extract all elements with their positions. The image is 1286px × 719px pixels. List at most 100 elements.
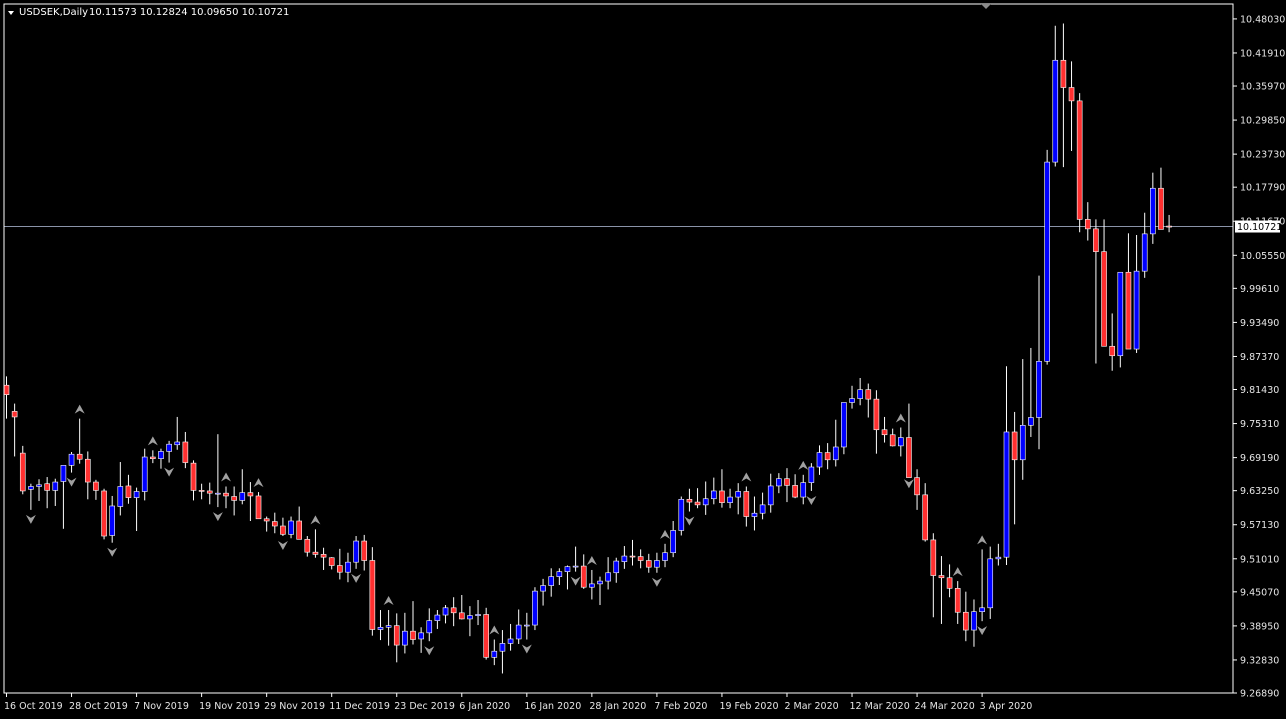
bear-candle-body [580,565,587,588]
bull-candle-body [548,576,555,586]
bull-candle-body [1036,360,1042,418]
bear-candle-body [223,492,229,497]
bear-candle-body [280,525,286,535]
bear-candle-body [629,555,636,558]
date-tick-label: 19 Feb 2020 [719,701,778,712]
bull-candle-body [1044,161,1050,362]
candle[interactable] [101,488,107,540]
bear-candle-body [922,494,928,541]
date-tick-label: 3 Apr 2020 [980,701,1033,712]
bull-candle-body [832,446,839,461]
bear-candle-body [719,490,725,503]
bear-candle-body [312,551,319,555]
bull-candle-body [556,571,563,577]
candle[interactable] [1117,271,1124,368]
bull-candle-body [670,530,676,554]
bull-candle-body [345,561,351,573]
bear-candle-body [198,490,205,492]
candle[interactable] [483,607,489,660]
bear-candle-body [1060,59,1067,88]
bull-candle-body [621,555,628,562]
price-tick-label: 9.32830 [1240,655,1279,666]
bear-candle-body [1084,219,1091,230]
bear-candle-body [784,478,790,486]
date-tick-label: 16 Jan 2020 [524,701,581,712]
date-tick-label: 7 Nov 2019 [134,701,189,712]
bull-candle-body [589,583,595,588]
date-tick-label: 16 Oct 2019 [4,701,63,712]
bear-candle-body [1068,87,1075,102]
date-tick-label: 6 Jan 2020 [459,701,510,712]
candle[interactable] [841,402,847,455]
candle[interactable] [532,587,538,631]
bear-candle-body [3,384,10,395]
price-tick-label: 9.69190 [1240,453,1279,464]
bull-candle-body [572,565,579,568]
bear-candle-body [1158,187,1164,230]
bull-candle-body [109,505,115,536]
bull-candle-body [1117,271,1124,357]
bull-candle-body [28,486,34,490]
bear-candle-body [483,614,489,658]
bull-candle-body [133,491,140,498]
bear-candle-body [337,565,343,573]
bear-candle-body [304,539,311,553]
bear-candle-body [255,495,262,520]
candle[interactable] [678,496,685,536]
candle[interactable] [369,547,376,636]
bear-candle-body [743,491,750,517]
bull-candle-body [467,615,473,620]
price-tick-label: 10.48030 [1240,14,1285,25]
bear-candle-body [963,611,969,631]
bear-candle-body [1093,228,1099,252]
bear-candle-body [1076,100,1083,220]
bear-candle-body [11,411,18,418]
bull-candle-body [377,626,384,630]
bull-candle-body [491,650,498,658]
date-tick-label: 29 Nov 2019 [264,701,325,712]
bear-candle-body [393,625,400,646]
date-tick-label: 19 Nov 2019 [199,701,260,712]
bear-candle-body [1101,251,1107,347]
candle[interactable] [1044,149,1050,365]
bull-candle-body [174,441,181,446]
current-price-label: 10.10721 [1237,222,1282,233]
bull-candle-body [971,611,977,631]
candle[interactable] [1076,93,1083,233]
price-tick-label: 10.41910 [1240,48,1285,59]
bear-candle-body [19,452,26,492]
price-tick-label: 10.23730 [1240,150,1285,161]
date-tick-label: 2 Mar 2020 [784,701,838,712]
bear-candle-body [954,588,961,613]
bull-candle-body [288,520,294,535]
bear-candle-body [231,496,237,501]
bull-candle-body [515,624,522,640]
bear-candle-body [930,539,937,576]
bull-candle-body [499,643,506,652]
candle[interactable] [19,445,26,495]
bull-candle-body [1003,431,1010,558]
price-tick-label: 9.57130 [1240,520,1279,531]
bear-candle-body [263,518,270,522]
bull-candle-body [402,630,408,646]
bull-candle-body [239,492,246,501]
price-tick-label: 10.17790 [1240,183,1285,194]
bull-candle-body [418,632,424,640]
bull-candle-body [800,482,807,498]
price-chart[interactable]: 10.48030 10.41910 10.35970 10.29850 10.23730… [0,0,1286,719]
price-axis: 10.48030 10.41910 10.35970 10.29850 10.23730… [1233,14,1285,700]
bear-candle-body [914,477,920,496]
bear-candle-body [369,560,376,630]
date-tick-label: 23 Dec 2019 [394,701,455,712]
bull-candle-body [166,443,172,452]
bull-candle-body [897,437,904,447]
bear-candle-body [1011,431,1018,461]
bull-candle-body [808,466,815,483]
bull-candle-body [735,491,742,498]
date-tick-label: 28 Oct 2019 [69,701,128,712]
candle[interactable] [255,492,262,520]
price-tick-label: 9.26890 [1240,689,1279,700]
symbol-label: USDSEK,Daily [19,7,88,18]
bear-candle-body [881,429,888,436]
chart-title: USDSEK,Daily 10.11573 10.12824 10.09650 … [8,7,289,18]
